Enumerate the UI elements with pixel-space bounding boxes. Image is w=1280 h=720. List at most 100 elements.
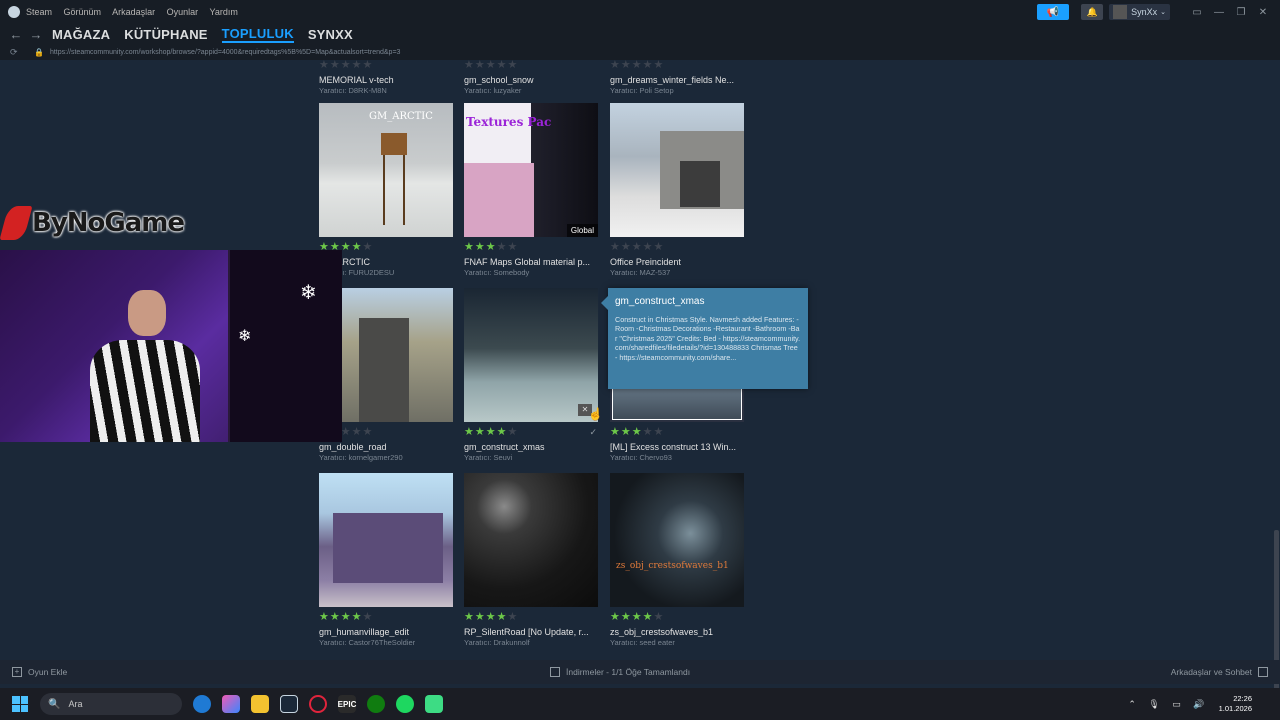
- search-placeholder: Ara: [68, 699, 83, 709]
- file-explorer-icon[interactable]: [251, 695, 269, 713]
- plus-icon: +: [12, 667, 22, 677]
- reload-icon[interactable]: ⟳: [10, 47, 18, 58]
- menu-games[interactable]: Oyunlar: [167, 7, 199, 17]
- item-thumbnail[interactable]: Textures Pac Global: [464, 103, 598, 237]
- item-thumbnail[interactable]: [319, 473, 453, 607]
- title-bar: Steam Görünüm Arkadaşlar Oyunlar Yardım …: [0, 0, 1280, 24]
- list-item[interactable]: ★★★★★ gm_humanvillage_edit Yaratıcı: Cas…: [319, 473, 453, 647]
- item-name[interactable]: MEMORIAL v-tech: [319, 75, 453, 85]
- download-icon: [550, 667, 560, 677]
- item-name[interactable]: Office Preincident: [610, 257, 744, 267]
- item-thumbnail[interactable]: [610, 103, 744, 237]
- item-author[interactable]: Yaratıcı: seed eater: [610, 638, 744, 647]
- windows-start-icon[interactable]: [12, 696, 28, 712]
- opera-gx-icon[interactable]: [309, 695, 327, 713]
- rating-stars: ★★★★★: [610, 241, 665, 253]
- display-icon[interactable]: ▭: [1172, 699, 1181, 709]
- scrollbar[interactable]: [1272, 60, 1280, 710]
- head-graphic: [128, 290, 166, 336]
- forward-arrow-icon[interactable]: →: [26, 27, 46, 42]
- downloads-status[interactable]: İndirmeler - 1/1 Öğe Tamamlandı: [550, 667, 690, 677]
- chevron-up-icon[interactable]: ⌃: [1128, 699, 1136, 709]
- streaming-app-icon[interactable]: [425, 695, 443, 713]
- item-thumbnail[interactable]: [464, 473, 598, 607]
- item-name[interactable]: gm_dreams_winter_fields Ne...: [610, 75, 744, 85]
- menu-help[interactable]: Yardım: [209, 7, 237, 17]
- microphone-icon[interactable]: 🎙: [1148, 699, 1159, 709]
- tab-library[interactable]: KÜTÜPHANE: [124, 27, 207, 42]
- item-name[interactable]: gm_school_snow: [464, 75, 598, 85]
- item-author[interactable]: Yaratıcı: Castor76TheSoldier: [319, 638, 453, 647]
- clock-date: 1.01.2026: [1218, 704, 1252, 713]
- volume-icon[interactable]: 🔊: [1193, 699, 1204, 709]
- list-item[interactable]: ✕ ★★★★★ ✓ gm_construct_xmas Yaratıcı: Seu…: [464, 288, 598, 462]
- user-menu[interactable]: SynXx ⌄: [1109, 4, 1170, 20]
- menu-friends[interactable]: Arkadaşlar: [112, 7, 155, 17]
- house-graphic: [333, 513, 443, 583]
- avatar: [1113, 5, 1128, 19]
- list-item[interactable]: ★★★★★ gm_dreams_winter_fields Ne... Yara…: [610, 55, 744, 95]
- item-author[interactable]: Yaratıcı: Chervo93: [610, 453, 744, 462]
- list-item[interactable]: Textures Pac Global ★★★★★ FNAF Maps Glob…: [464, 103, 598, 277]
- checkmark-icon: ✓: [589, 427, 598, 437]
- tooltip-title: gm_construct_xmas: [615, 296, 705, 307]
- tab-profile[interactable]: SYNXX: [308, 27, 353, 42]
- thumbnail-text: GM_ARCTIC: [369, 111, 433, 122]
- maximize-icon[interactable]: ❐: [1230, 7, 1252, 18]
- clock-time: 22:26: [1233, 694, 1252, 703]
- list-item[interactable]: ★★★★★ RP_SilentRoad [No Update, r... Yar…: [464, 473, 598, 647]
- copilot-icon[interactable]: [222, 695, 240, 713]
- close-icon[interactable]: ✕: [1252, 7, 1274, 18]
- item-author[interactable]: Yaratıcı: Seuvi: [464, 453, 598, 462]
- item-name[interactable]: gm_construct_xmas: [464, 442, 598, 452]
- item-author[interactable]: Yaratıcı: Somebody: [464, 268, 598, 277]
- item-thumbnail[interactable]: zs_obj_crestsofwaves_b1: [610, 473, 744, 607]
- system-tray: ⌃ 🎙 ▭ 🔊 22:26 1.01.2026: [1128, 694, 1272, 714]
- item-author[interactable]: Yaratıcı: D8RK-M8N: [319, 86, 453, 95]
- add-game-button[interactable]: + Oyun Ekle: [12, 667, 67, 677]
- clock[interactable]: 22:26 1.01.2026: [1219, 694, 1252, 714]
- item-name[interactable]: gm_double_road: [319, 442, 453, 452]
- bell-icon: 🔔: [1086, 6, 1098, 17]
- item-name[interactable]: [ML] Excess construct 13 Win...: [610, 442, 744, 452]
- friends-chat-button[interactable]: Arkadaşlar ve Sohbet: [1171, 667, 1268, 677]
- item-author[interactable]: Yaratıcı: Poli Setop: [610, 86, 744, 95]
- big-picture-icon[interactable]: ▭: [1186, 7, 1208, 18]
- item-author[interactable]: Yaratıcı: Drakunnolf: [464, 638, 598, 647]
- search-icon: 🔍: [48, 698, 61, 710]
- notifications-button[interactable]: 🔔: [1081, 4, 1104, 20]
- item-name[interactable]: RP_SilentRoad [No Update, r...: [464, 627, 598, 637]
- epic-games-icon[interactable]: EPIC: [338, 695, 356, 713]
- menu-steam[interactable]: Steam: [26, 7, 52, 17]
- item-author[interactable]: Yaratıcı: luzyaker: [464, 86, 598, 95]
- item-thumbnail[interactable]: GM_ARCTIC: [319, 103, 453, 237]
- rating-stars: ★★★★★: [464, 59, 519, 71]
- item-author[interactable]: Yaratıcı: kornelgamer290: [319, 453, 453, 462]
- item-thumbnail[interactable]: ✕: [464, 288, 598, 422]
- list-item[interactable]: zs_obj_crestsofwaves_b1 ★★★★★ zs_obj_cre…: [610, 473, 744, 647]
- bynogame-logo-icon: [0, 206, 33, 240]
- steam-taskbar-icon[interactable]: [280, 695, 298, 713]
- rating-stars: ★★★★★: [464, 611, 519, 623]
- back-arrow-icon[interactable]: ←: [6, 27, 26, 42]
- item-name[interactable]: gm_humanvillage_edit: [319, 627, 453, 637]
- list-item[interactable]: ★★★★★ MEMORIAL v-tech Yaratıcı: D8RK-M8N: [319, 55, 453, 95]
- list-item[interactable]: ★★★★★ gm_school_snow Yaratıcı: luzyaker: [464, 55, 598, 95]
- taskbar-search[interactable]: 🔍 Ara: [40, 693, 182, 715]
- spotify-icon[interactable]: [396, 695, 414, 713]
- megaphone-icon: 📢: [1046, 6, 1060, 18]
- tab-store[interactable]: MAĞAZA: [52, 27, 110, 42]
- downloads-label: İndirmeler - 1/1 Öğe Tamamlandı: [566, 667, 691, 677]
- edge-icon[interactable]: [193, 695, 211, 713]
- steam-bottom-bar: + Oyun Ekle İndirmeler - 1/1 Öğe Tamamla…: [0, 660, 1280, 684]
- xbox-icon[interactable]: [367, 695, 385, 713]
- announcement-button[interactable]: 📢: [1037, 4, 1070, 20]
- menu-view[interactable]: Görünüm: [64, 7, 102, 17]
- minimize-icon[interactable]: —: [1208, 7, 1230, 18]
- item-name[interactable]: zs_obj_crestsofwaves_b1: [610, 627, 744, 637]
- list-item[interactable]: ★★★★★ Office Preincident Yaratıcı: MAZ-5…: [610, 103, 744, 277]
- tab-community[interactable]: TOPLULUK: [221, 26, 294, 43]
- item-author[interactable]: Yaratıcı: MAZ-537: [610, 268, 744, 277]
- road-graphic: [359, 318, 409, 422]
- item-name[interactable]: FNAF Maps Global material p...: [464, 257, 598, 267]
